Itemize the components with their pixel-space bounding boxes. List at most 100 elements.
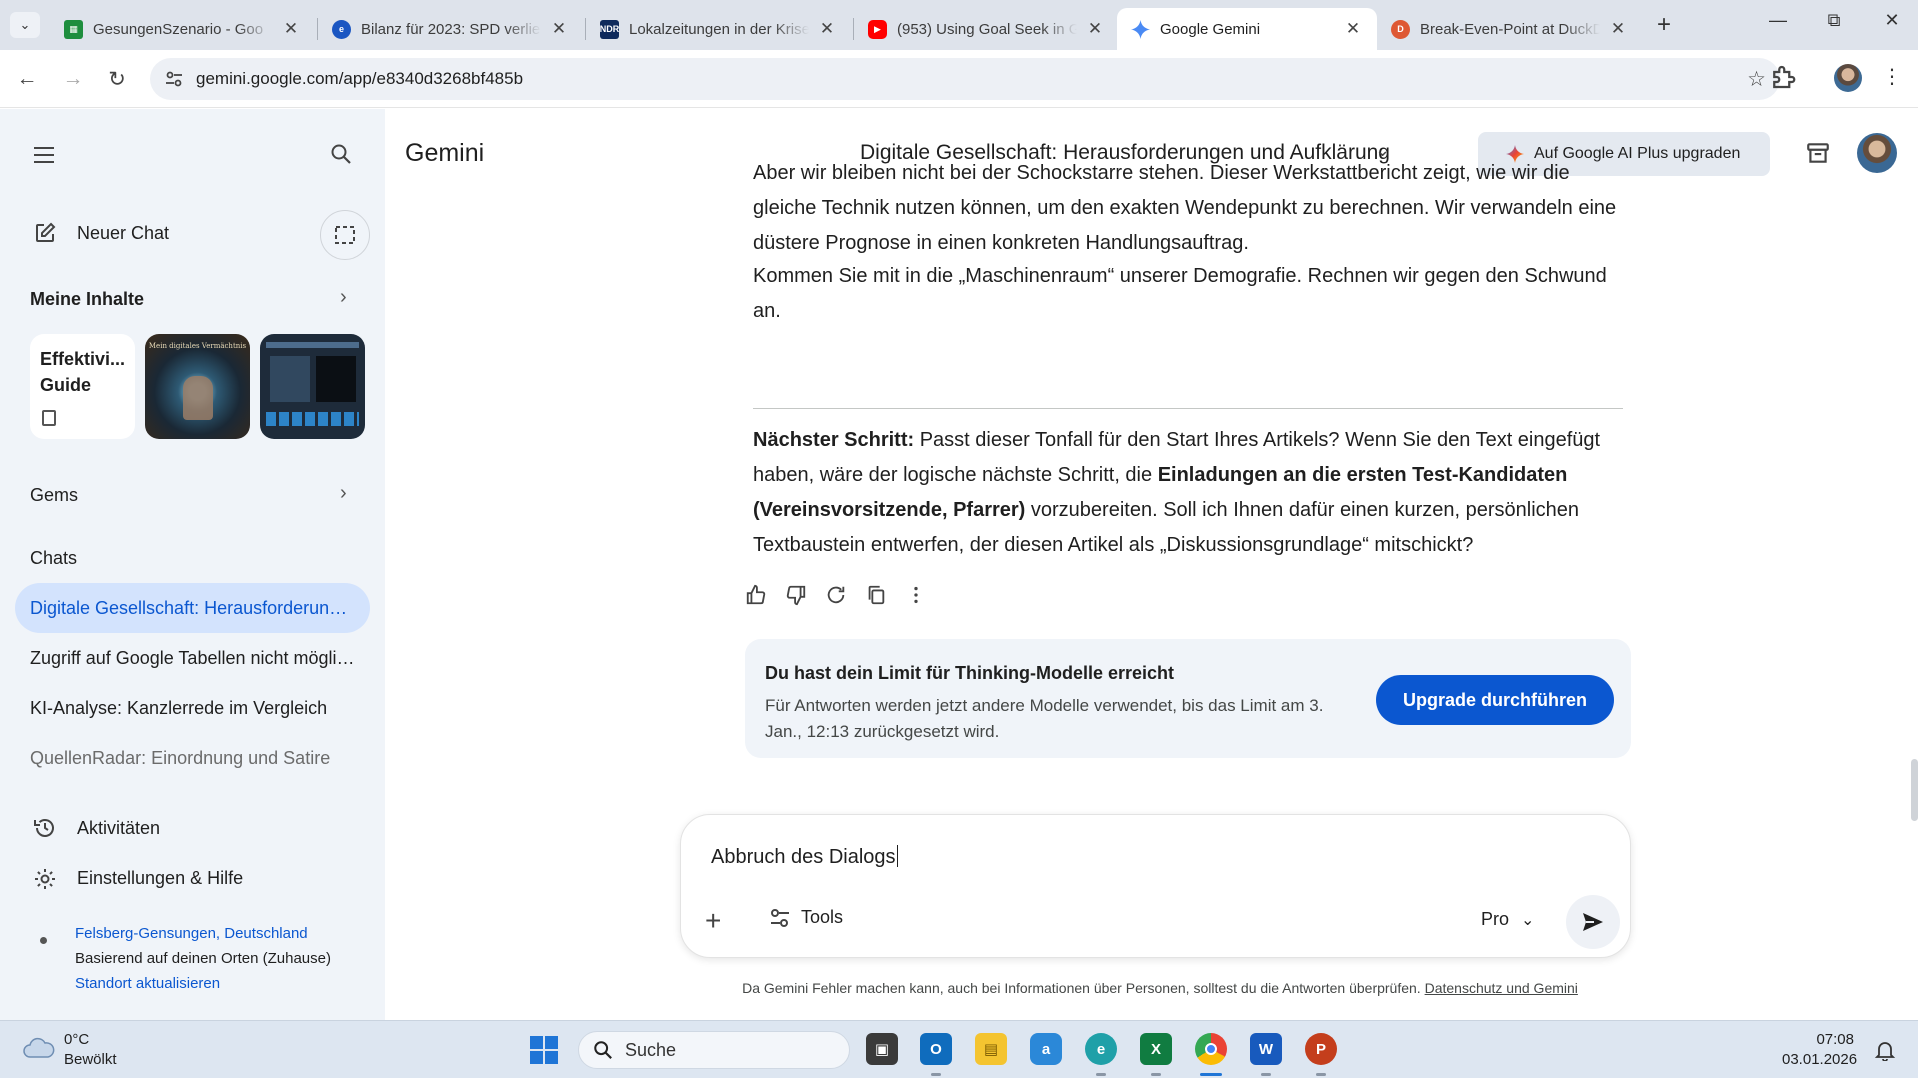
model-selector[interactable]: Pro ⌄ xyxy=(1481,909,1534,930)
back-icon[interactable]: ← xyxy=(10,62,44,96)
clock-date[interactable]: 03.01.2026 xyxy=(1782,1051,1857,1068)
settings-help-link[interactable]: Einstellungen & Hilfe xyxy=(77,868,243,889)
file-explorer-icon[interactable]: ▤ xyxy=(975,1033,1007,1065)
browser-profile-avatar[interactable] xyxy=(1834,64,1862,92)
upgrade-now-button[interactable]: Upgrade durchführen xyxy=(1376,675,1614,725)
sidebar: Neuer Chat Meine Inhalte › Effektivi... … xyxy=(0,109,385,1020)
word-icon[interactable]: W xyxy=(1250,1033,1282,1065)
close-tab-icon[interactable]: ✕ xyxy=(281,19,301,39)
update-location-link[interactable]: Standort aktualisieren xyxy=(75,975,220,992)
chat-item[interactable]: Zugriff auf Google Tabellen nicht möglic… xyxy=(15,633,370,683)
outlook-icon[interactable]: O xyxy=(920,1033,952,1065)
restore-icon[interactable]: ⧉ xyxy=(1814,10,1854,31)
menu-icon[interactable] xyxy=(34,146,56,164)
search-icon[interactable] xyxy=(330,143,352,165)
browser-tab[interactable]: NDR Lokalzeitungen in der Krise ✕ xyxy=(586,8,851,50)
tools-button[interactable]: Tools xyxy=(769,907,843,928)
sheets-icon: ▦ xyxy=(64,19,83,39)
weather-temperature[interactable]: 0°C xyxy=(64,1031,89,1048)
powerpoint-icon[interactable]: P xyxy=(1305,1033,1337,1065)
new-tab-button[interactable]: + xyxy=(1650,13,1678,37)
close-tab-icon[interactable]: ✕ xyxy=(1085,19,1105,39)
reload-icon[interactable]: ↻ xyxy=(100,62,134,96)
tools-sliders-icon xyxy=(771,908,789,927)
account-avatar[interactable] xyxy=(1857,133,1897,173)
duckduckgo-icon: D xyxy=(1391,19,1410,39)
forward-icon[interactable]: → xyxy=(56,62,90,96)
prompt-input[interactable]: Abbruch des Dialogs xyxy=(711,845,898,869)
windows-start-icon[interactable] xyxy=(530,1036,558,1064)
limit-notice-title: Du hast dein Limit für Thinking-Modelle … xyxy=(765,663,1175,683)
browser-tab[interactable]: e Bilanz für 2023: SPD verlier ✕ xyxy=(318,8,583,50)
browser-tab-active[interactable]: Google Gemini ✕ xyxy=(1117,8,1377,50)
temporary-chat-button[interactable] xyxy=(320,210,370,260)
address-bar[interactable]: gemini.google.com/app/e8340d3268bf485b ☆ xyxy=(150,58,1780,100)
browser-tab[interactable]: ▦ GesungenSzenario - Goo ✕ xyxy=(50,8,315,50)
site-settings-icon[interactable] xyxy=(164,69,184,89)
activities-link[interactable]: Aktivitäten xyxy=(77,818,160,839)
browser-tab[interactable]: D Break-Even-Point at DuckD ✕ xyxy=(1377,8,1642,50)
browser-tab-strip: ⌄ ▦ GesungenSzenario - Goo ✕ e Bilanz fü… xyxy=(0,0,1918,50)
content-card-image[interactable]: Mein digitales Vermächtnis xyxy=(145,334,250,439)
chat-item[interactable]: QuellenRadar: Einordnung und Satire xyxy=(15,733,370,783)
weather-description[interactable]: Bewölkt xyxy=(64,1051,117,1068)
scrollbar-thumb[interactable] xyxy=(1911,759,1918,821)
response-paragraph: Kommen Sie mit in die „Maschinenraum“ un… xyxy=(753,265,1607,322)
privacy-link[interactable]: Datenschutz und Gemini xyxy=(1425,980,1578,996)
gemini-icon xyxy=(1131,19,1150,39)
tab-search-button[interactable]: ⌄ xyxy=(10,12,40,38)
regenerate-icon[interactable] xyxy=(821,580,851,610)
chat-item[interactable]: KI-Analyse: Kanzlerrede im Vergleich xyxy=(15,683,370,733)
new-chat-button[interactable]: Neuer Chat xyxy=(77,223,169,244)
limit-notice: Du hast dein Limit für Thinking-Modelle … xyxy=(745,639,1631,758)
thumbs-down-icon[interactable] xyxy=(781,580,811,610)
my-content-heading[interactable]: Meine Inhalte xyxy=(30,289,144,310)
ndr-icon: NDR xyxy=(600,19,619,39)
new-chat-icon xyxy=(36,222,56,242)
cloud-icon[interactable] xyxy=(22,1037,56,1059)
windows-taskbar: 0°C Bewölkt Suche ▣ O ▤ a e X W P 07:08 … xyxy=(0,1020,1918,1078)
browser-toolbar: ← → ↻ gemini.google.com/app/e8340d3268bf… xyxy=(0,50,1918,108)
chevron-right-icon[interactable]: › xyxy=(340,482,347,505)
history-icon xyxy=(34,819,54,837)
browser-tab[interactable]: ▶ (953) Using Goal Seek in G ✕ xyxy=(854,8,1119,50)
close-window-icon[interactable]: ✕ xyxy=(1872,10,1912,31)
close-tab-icon[interactable]: ✕ xyxy=(817,19,837,39)
location-place[interactable]: Felsberg-Gensungen, Deutschland xyxy=(75,925,308,942)
excel-icon[interactable]: X xyxy=(1140,1033,1172,1065)
content-card-guide[interactable]: Effektivi... Guide xyxy=(30,334,135,439)
chats-heading: Chats xyxy=(30,548,78,568)
youtube-icon: ▶ xyxy=(868,19,887,39)
browser-menu-icon[interactable]: ⋮ xyxy=(1882,64,1902,89)
news-icon: e xyxy=(332,19,351,39)
app-a-icon[interactable]: a xyxy=(1030,1033,1062,1065)
disclaimer: Da Gemini Fehler machen kann, auch bei I… xyxy=(742,980,1578,996)
content-card-screenshot[interactable] xyxy=(260,334,365,439)
bookmark-star-icon[interactable]: ☆ xyxy=(1747,67,1766,92)
gems-heading[interactable]: Gems xyxy=(30,485,78,506)
clock-time[interactable]: 07:08 xyxy=(1782,1031,1854,1048)
close-tab-icon[interactable]: ✕ xyxy=(1343,19,1363,39)
edge-icon[interactable]: e xyxy=(1085,1033,1117,1065)
archive-icon[interactable] xyxy=(1805,140,1831,166)
location-dot-icon xyxy=(40,937,47,944)
close-tab-icon[interactable]: ✕ xyxy=(1608,19,1628,39)
taskbar-search[interactable]: Suche xyxy=(578,1031,850,1069)
thumbs-up-icon[interactable] xyxy=(741,580,771,610)
extensions-icon[interactable] xyxy=(1768,62,1798,92)
notification-bell-icon[interactable] xyxy=(1874,1039,1896,1061)
send-icon xyxy=(1583,913,1603,931)
minimize-icon[interactable]: — xyxy=(1758,10,1798,31)
settings-gear-icon xyxy=(35,869,55,889)
chat-item-active[interactable]: Digitale Gesellschaft: Herausforderungen… xyxy=(15,583,370,633)
more-options-icon[interactable] xyxy=(901,580,931,610)
task-view-icon[interactable]: ▣ xyxy=(866,1033,898,1065)
chrome-icon[interactable] xyxy=(1195,1033,1227,1065)
copy-icon[interactable] xyxy=(861,580,891,610)
document-icon xyxy=(42,410,56,426)
add-attachment-icon[interactable]: + xyxy=(705,907,721,935)
close-tab-icon[interactable]: ✕ xyxy=(549,19,569,39)
chevron-right-icon[interactable]: › xyxy=(340,286,347,309)
send-button[interactable] xyxy=(1566,895,1620,949)
response-paragraph: Aber wir bleiben nicht bei der Schocksta… xyxy=(753,162,1617,254)
